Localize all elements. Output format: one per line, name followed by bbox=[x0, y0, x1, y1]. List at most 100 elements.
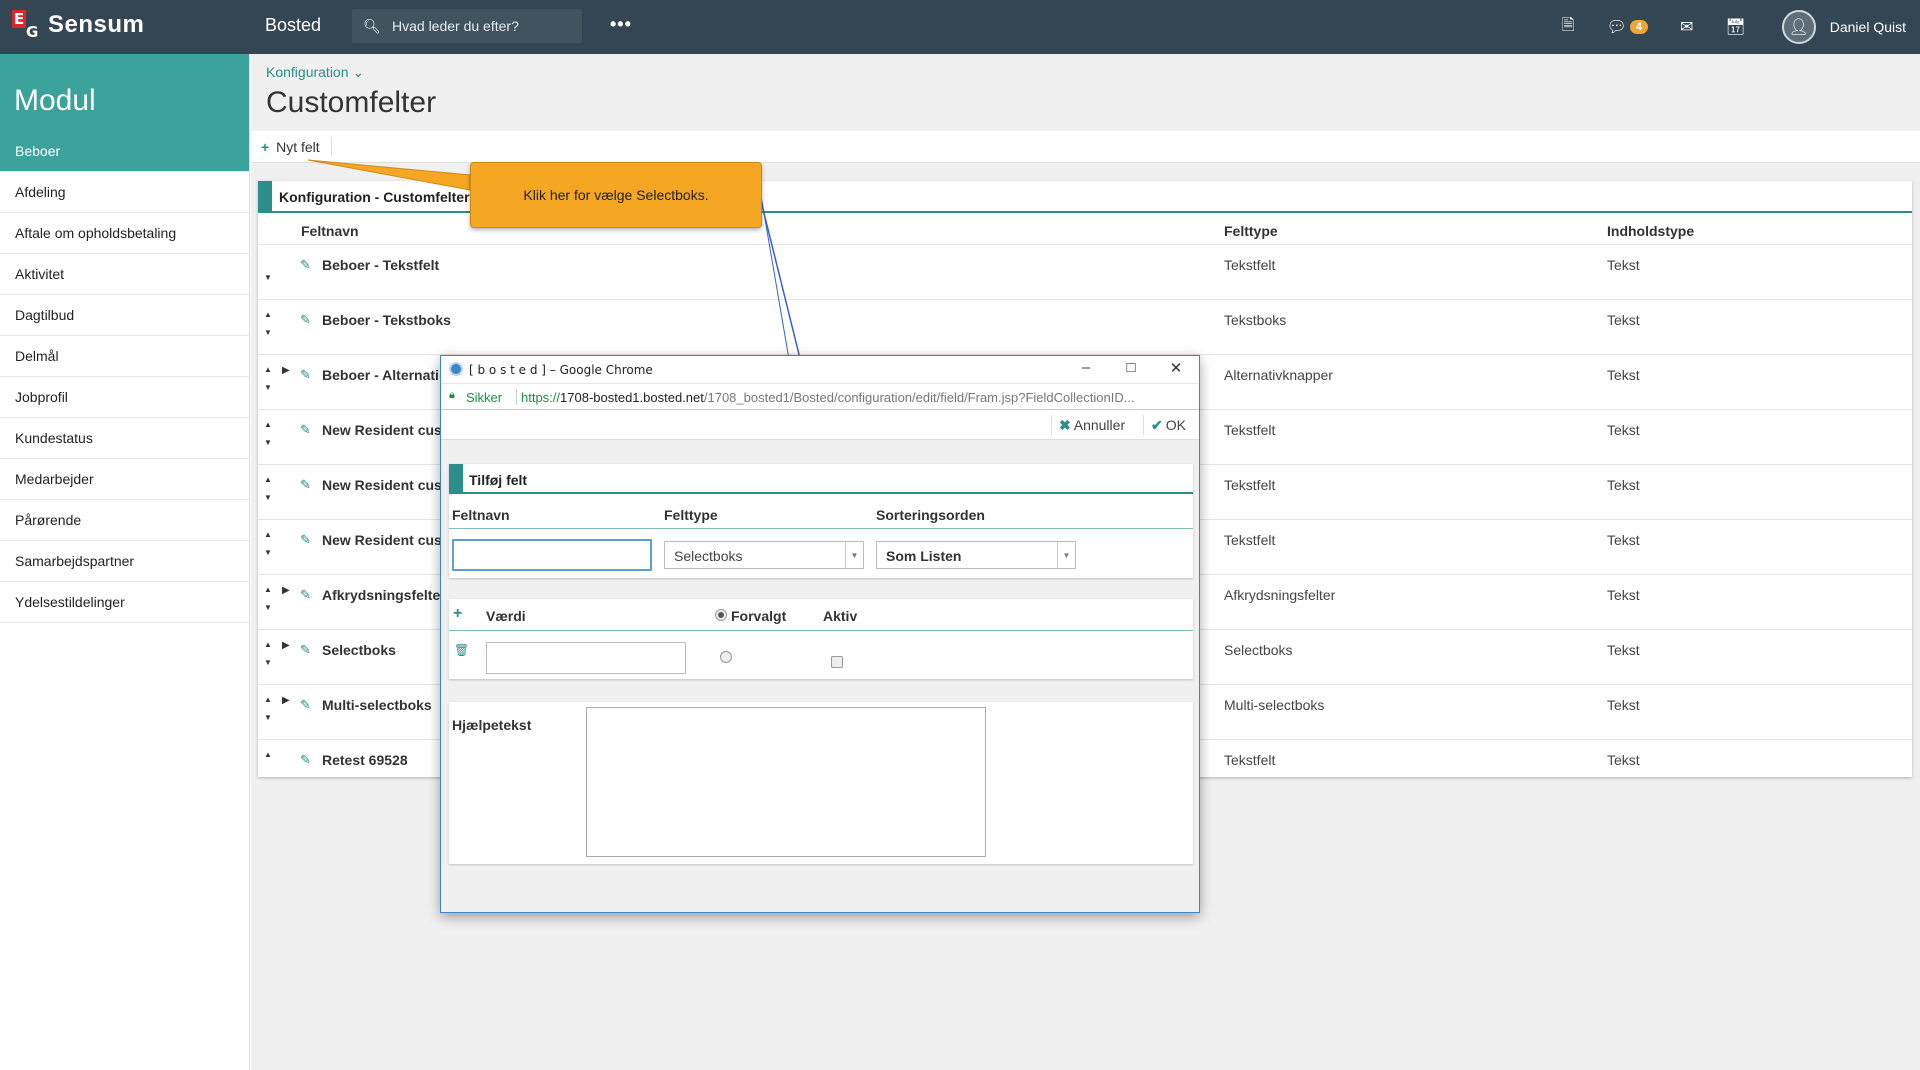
field-name[interactable]: Retest 69528 bbox=[322, 752, 408, 768]
move-down-icon[interactable]: ▼ bbox=[264, 654, 278, 672]
ok-label: OK bbox=[1165, 417, 1186, 433]
content-type: Tekst bbox=[1607, 257, 1640, 273]
top-icons: 🗎︎ 💬︎ 4 ✉︎ 📅︎ 👤︎ Daniel Quist bbox=[1546, 0, 1920, 54]
edit-icon[interactable]: ✎ bbox=[300, 477, 311, 493]
sidebar-item[interactable]: Aftale om opholdsbetaling bbox=[0, 213, 249, 254]
move-up-icon[interactable]: ▲ bbox=[264, 581, 278, 599]
help-text-area[interactable] bbox=[586, 707, 986, 857]
sidebar-item[interactable]: Pårørende bbox=[0, 500, 249, 541]
field-name[interactable]: Afkrydsningsfelte bbox=[322, 587, 440, 603]
move-up-icon[interactable]: ▲ bbox=[264, 416, 278, 434]
move-down-icon[interactable]: ▼ bbox=[264, 544, 278, 562]
move-up-icon[interactable]: ▲ bbox=[264, 526, 278, 544]
calendar-icon[interactable]: 📅︎ bbox=[1725, 17, 1745, 37]
field-type-select[interactable]: Selectboks ▼ bbox=[664, 541, 864, 569]
maximize-button[interactable]: □ bbox=[1116, 359, 1146, 376]
default-radio[interactable] bbox=[720, 651, 732, 663]
new-field-button[interactable]: + Nyt felt bbox=[261, 139, 320, 155]
more-menu-button[interactable]: ••• bbox=[610, 14, 632, 35]
caret-down-icon: ▼ bbox=[845, 542, 863, 568]
edit-icon[interactable]: ✎ bbox=[300, 697, 311, 713]
trash-icon[interactable]: 🗑︎ bbox=[454, 643, 469, 657]
field-name[interactable]: New Resident cus bbox=[322, 532, 442, 548]
column-header-type[interactable]: Felttype bbox=[1224, 223, 1278, 239]
chat-button[interactable]: 💬︎ 4 bbox=[1607, 17, 1649, 37]
edit-icon[interactable]: ✎ bbox=[300, 422, 311, 438]
edit-icon[interactable]: ✎ bbox=[300, 642, 311, 658]
mail-icon[interactable]: ✉︎ bbox=[1680, 17, 1693, 37]
move-down-icon[interactable]: ▼ bbox=[264, 434, 278, 452]
close-window-button[interactable]: ✕ bbox=[1161, 359, 1191, 377]
search-input[interactable] bbox=[392, 18, 572, 34]
avatar[interactable]: 👤︎ bbox=[1781, 10, 1816, 44]
sort-order-value: Som Listen bbox=[886, 548, 962, 564]
expand-icon[interactable]: ▶ bbox=[282, 365, 290, 376]
active-checkbox[interactable] bbox=[831, 656, 843, 668]
content-type: Tekst bbox=[1607, 587, 1640, 603]
column-header-name[interactable]: Feltnavn bbox=[301, 223, 359, 239]
move-up-icon[interactable]: ▲ bbox=[264, 361, 278, 379]
sidebar-list: Beboer Afdeling Aftale om opholdsbetaling A… bbox=[0, 131, 249, 623]
sidebar-item[interactable]: Samarbejdspartner bbox=[0, 541, 249, 582]
window-titlebar[interactable]: [ b o s t e d ] – Google Chrome – □ ✕ bbox=[441, 356, 1199, 384]
expand-icon[interactable]: ▶ bbox=[282, 695, 290, 706]
app-name[interactable]: Bosted bbox=[265, 15, 321, 36]
move-down-icon[interactable]: ▼ bbox=[264, 379, 278, 397]
edit-icon[interactable]: ✎ bbox=[300, 752, 311, 768]
url-text[interactable]: https://1708-bosted1.bosted.net/1708_bos… bbox=[521, 390, 1135, 405]
field-name[interactable]: New Resident cus bbox=[322, 477, 442, 493]
move-up-icon[interactable]: ▲ bbox=[264, 691, 278, 709]
sort-arrows: ▲ bbox=[264, 746, 278, 764]
document-icon[interactable]: 🗎︎ bbox=[1562, 14, 1575, 41]
sort-arrows: ▲ ▼ bbox=[264, 471, 278, 507]
breadcrumb[interactable]: Konfiguration ⌄ bbox=[266, 64, 364, 81]
move-up-icon[interactable]: ▲ bbox=[264, 636, 278, 654]
edit-icon[interactable]: ✎ bbox=[300, 257, 311, 273]
field-name[interactable]: Selectboks bbox=[322, 642, 396, 658]
user-name[interactable]: Daniel Quist bbox=[1830, 19, 1906, 35]
sidebar-item[interactable]: Afdeling bbox=[0, 172, 249, 213]
logo[interactable]: EG Sensum bbox=[12, 10, 144, 41]
field-name[interactable]: New Resident cus bbox=[322, 422, 442, 438]
expand-icon[interactable]: ▶ bbox=[282, 640, 290, 651]
move-down-icon[interactable]: ▼ bbox=[264, 489, 278, 507]
value-input[interactable] bbox=[486, 642, 686, 674]
move-down-icon[interactable]: ▼ bbox=[264, 599, 278, 617]
sidebar-item[interactable]: Jobprofil bbox=[0, 377, 249, 418]
field-name[interactable]: Beboer - Tekstfelt bbox=[322, 257, 439, 273]
address-bar[interactable]: 🔒︎ Sikker https://1708-bosted1.bosted.ne… bbox=[441, 384, 1199, 410]
edit-icon[interactable]: ✎ bbox=[300, 312, 311, 328]
move-down-icon[interactable]: ▼ bbox=[264, 269, 278, 287]
move-up-icon[interactable]: ▲ bbox=[264, 471, 278, 489]
sidebar-item[interactable]: Ydelsestildelinger bbox=[0, 582, 249, 623]
help-text-section: Hjælpetekst bbox=[449, 702, 1193, 864]
sidebar-item[interactable]: Medarbejder bbox=[0, 459, 249, 500]
sidebar-item[interactable]: Beboer bbox=[0, 131, 249, 172]
edit-icon[interactable]: ✎ bbox=[300, 587, 311, 603]
table-row[interactable]: ▲ ▼ ✎ Beboer - Tekstboks Tekstboks Tekst bbox=[258, 299, 1912, 349]
edit-icon[interactable]: ✎ bbox=[300, 532, 311, 548]
sidebar-item[interactable]: Kundestatus bbox=[0, 418, 249, 459]
move-up-icon[interactable]: ▲ bbox=[264, 306, 278, 324]
table-row[interactable]: ▼ ✎ Beboer - Tekstfelt Tekstfelt Tekst bbox=[258, 244, 1912, 294]
move-down-icon[interactable]: ▼ bbox=[264, 324, 278, 342]
column-header-content[interactable]: Indholdstype bbox=[1607, 223, 1694, 239]
sort-order-select[interactable]: Som Listen ▼ bbox=[876, 541, 1076, 569]
edit-icon[interactable]: ✎ bbox=[300, 367, 311, 383]
sidebar-item[interactable]: Dagtilbud bbox=[0, 295, 249, 336]
search-box[interactable]: 🔍︎ bbox=[352, 9, 582, 43]
move-up-icon[interactable]: ▲ bbox=[264, 746, 278, 764]
sidebar-item[interactable]: Delmål bbox=[0, 336, 249, 377]
expand-icon[interactable]: ▶ bbox=[282, 585, 290, 596]
minimize-button[interactable]: – bbox=[1071, 359, 1101, 376]
add-value-button[interactable]: + bbox=[453, 605, 462, 623]
move-down-icon[interactable]: ▼ bbox=[264, 709, 278, 727]
field-name[interactable]: Beboer - Alternati bbox=[322, 367, 439, 383]
field-name-input[interactable] bbox=[452, 539, 652, 571]
cancel-button[interactable]: ✖ Annuller bbox=[1059, 417, 1125, 434]
plus-icon: + bbox=[261, 139, 270, 155]
field-name[interactable]: Multi-selectboks bbox=[322, 697, 432, 713]
sidebar-item[interactable]: Aktivitet bbox=[0, 254, 249, 295]
ok-button[interactable]: ✔ OK bbox=[1151, 417, 1186, 434]
field-name[interactable]: Beboer - Tekstboks bbox=[322, 312, 451, 328]
